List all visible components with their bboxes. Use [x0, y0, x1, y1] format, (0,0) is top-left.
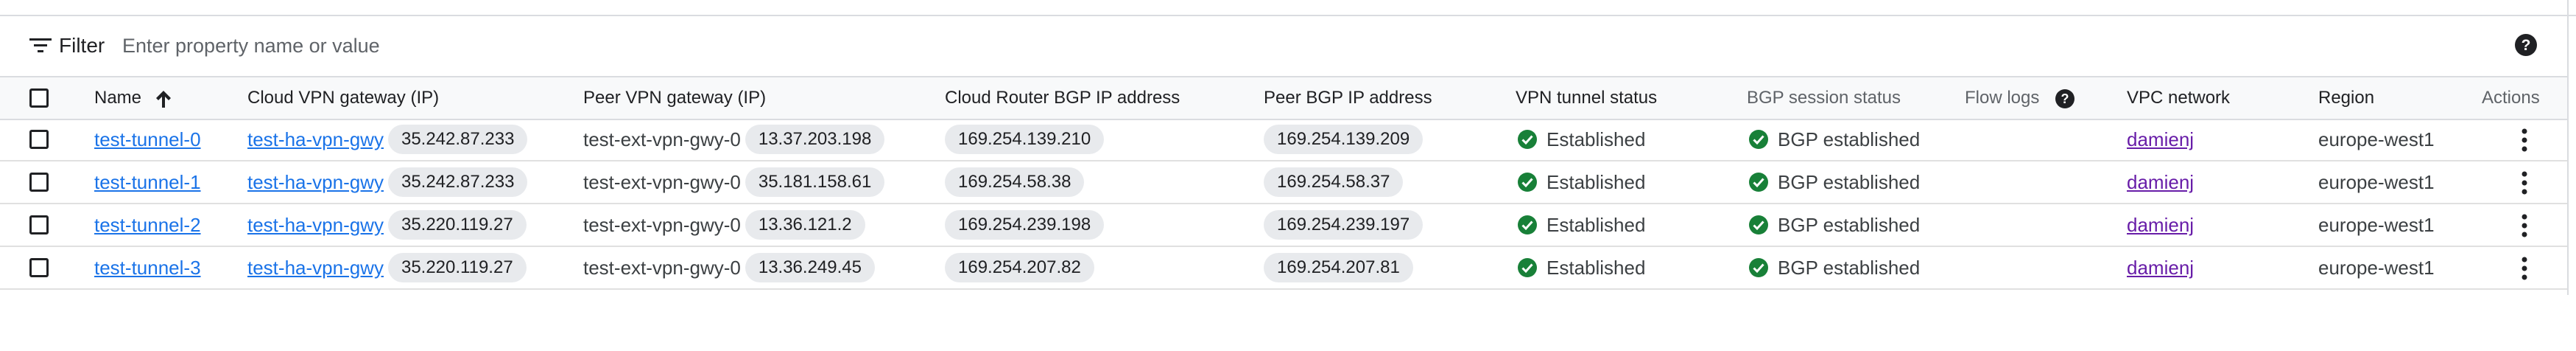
peer-gateway-name: test-ext-vpn-gwy-0: [583, 256, 741, 279]
column-header-peer-bgp-ip[interactable]: Peer BGP IP address: [1264, 88, 1432, 108]
tunnel-name-link[interactable]: test-tunnel-1: [94, 171, 201, 194]
table-row: test-tunnel-3 test-ha-vpn-gwy 35.220.119.…: [0, 247, 2567, 290]
more-vert-icon[interactable]: [2516, 128, 2533, 153]
peer-gateway-ip-chip: 35.181.158.61: [745, 167, 885, 197]
filter-bar: Filter ?: [0, 16, 2567, 75]
cloud-router-bgp-ip-chip: 169.254.239.198: [945, 210, 1105, 240]
svg-text:?: ?: [2061, 91, 2069, 106]
cloud-gateway-ip-chip: 35.220.119.27: [387, 253, 527, 282]
cloud-router-bgp-ip-chip: 169.254.207.82: [945, 253, 1094, 282]
row-checkbox[interactable]: [29, 215, 49, 234]
filter-input[interactable]: [122, 31, 1006, 60]
row-checkbox[interactable]: [29, 130, 49, 149]
tunnel-status: Established: [1546, 128, 1646, 150]
table-row: test-tunnel-1 test-ha-vpn-gwy 35.242.87.2…: [0, 161, 2567, 204]
vpc-network-link[interactable]: damienj: [2127, 128, 2194, 151]
peer-gateway-name: test-ext-vpn-gwy-0: [583, 213, 741, 236]
cloud-gateway-ip-chip: 35.242.87.233: [387, 125, 528, 154]
region: europe-west1: [2318, 128, 2435, 150]
check-circle-icon: [1518, 173, 1537, 192]
table-header: Name Cloud VPN gateway (IP) Peer VPN gat…: [0, 76, 2567, 120]
bgp-status: BGP established: [1778, 128, 1921, 150]
tunnel-name-link[interactable]: test-tunnel-0: [94, 128, 201, 151]
cloud-gateway-link[interactable]: test-ha-vpn-gwy: [247, 171, 384, 194]
check-circle-icon: [1749, 258, 1768, 277]
flow-logs-help-icon[interactable]: ?: [2055, 88, 2075, 109]
cloud-gateway-ip-chip: 35.220.119.27: [387, 210, 527, 240]
peer-gateway-name: test-ext-vpn-gwy-0: [583, 170, 741, 193]
check-circle-icon: [1518, 215, 1537, 234]
column-header-name[interactable]: Name: [94, 88, 172, 108]
check-circle-icon: [1518, 130, 1537, 149]
peer-bgp-ip-chip: 169.254.239.197: [1264, 210, 1424, 240]
tunnel-name-link[interactable]: test-tunnel-3: [94, 257, 201, 279]
column-header-actions: Actions: [2482, 88, 2540, 108]
cloud-gateway-ip-chip: 35.242.87.233: [387, 167, 528, 197]
tunnel-status: Established: [1546, 256, 1646, 279]
filter-label[interactable]: Filter: [59, 34, 105, 58]
bgp-status: BGP established: [1778, 170, 1921, 193]
cloud-router-bgp-ip-chip: 169.254.58.38: [945, 167, 1085, 197]
column-header-name-label: Name: [94, 88, 142, 108]
cloud-gateway-link[interactable]: test-ha-vpn-gwy: [247, 257, 384, 279]
column-header-vpn-tunnel-status[interactable]: VPN tunnel status: [1516, 88, 1657, 108]
vpc-network-link[interactable]: damienj: [2127, 214, 2194, 237]
more-vert-icon[interactable]: [2516, 170, 2533, 195]
column-header-cloud-router-bgp-ip[interactable]: Cloud Router BGP IP address: [945, 88, 1180, 108]
peer-gateway-ip-chip: 13.36.249.45: [745, 253, 875, 282]
peer-gateway-ip-chip: 13.36.121.2: [745, 210, 865, 240]
column-header-flow-logs-label: Flow logs: [1965, 88, 2040, 108]
column-header-region[interactable]: Region: [2318, 88, 2374, 108]
tunnel-status: Established: [1546, 170, 1646, 193]
vpc-network-link[interactable]: damienj: [2127, 171, 2194, 194]
table-row: test-tunnel-2 test-ha-vpn-gwy 35.220.119.…: [0, 204, 2567, 247]
peer-bgp-ip-chip: 169.254.58.37: [1264, 167, 1404, 197]
svg-text:?: ?: [2522, 37, 2531, 54]
peer-gateway-ip-chip: 13.37.203.198: [745, 125, 885, 154]
region: europe-west1: [2318, 213, 2435, 236]
peer-bgp-ip-chip: 169.254.207.81: [1264, 253, 1413, 282]
table-row: test-tunnel-0 test-ha-vpn-gwy 35.242.87.2…: [0, 119, 2567, 161]
peer-bgp-ip-chip: 169.254.139.209: [1264, 125, 1424, 154]
region: europe-west1: [2318, 256, 2435, 279]
column-header-peer-vpn-gateway[interactable]: Peer VPN gateway (IP): [583, 88, 766, 108]
tunnel-status: Established: [1546, 213, 1646, 236]
right-divider: [2567, 0, 2569, 295]
arrow-up-icon[interactable]: [155, 89, 172, 108]
column-header-flow-logs[interactable]: Flow logs ?: [1965, 88, 2075, 109]
check-circle-icon: [1749, 130, 1768, 149]
tunnel-name-link[interactable]: test-tunnel-2: [94, 214, 201, 237]
bgp-status: BGP established: [1778, 213, 1921, 236]
check-circle-icon: [1749, 215, 1768, 234]
region: europe-west1: [2318, 170, 2435, 193]
column-header-bgp-session-status[interactable]: BGP session status: [1747, 88, 1901, 108]
more-vert-icon[interactable]: [2516, 256, 2533, 281]
check-circle-icon: [1749, 173, 1768, 192]
cloud-gateway-link[interactable]: test-ha-vpn-gwy: [247, 214, 384, 237]
cloud-router-bgp-ip-chip: 169.254.139.210: [945, 125, 1105, 154]
help-icon[interactable]: ?: [2513, 32, 2538, 58]
peer-gateway-name: test-ext-vpn-gwy-0: [583, 128, 741, 150]
bgp-status: BGP established: [1778, 256, 1921, 279]
more-vert-icon[interactable]: [2516, 213, 2533, 238]
column-header-vpc-network[interactable]: VPC network: [2127, 88, 2230, 108]
filter-icon[interactable]: [29, 38, 52, 53]
cloud-gateway-link[interactable]: test-ha-vpn-gwy: [247, 128, 384, 151]
check-circle-icon: [1518, 258, 1537, 277]
row-checkbox[interactable]: [29, 258, 49, 277]
vpc-network-link[interactable]: damienj: [2127, 257, 2194, 279]
column-header-cloud-vpn-gateway[interactable]: Cloud VPN gateway (IP): [247, 88, 439, 108]
row-checkbox[interactable]: [29, 173, 49, 192]
select-all-checkbox[interactable]: [29, 88, 49, 108]
